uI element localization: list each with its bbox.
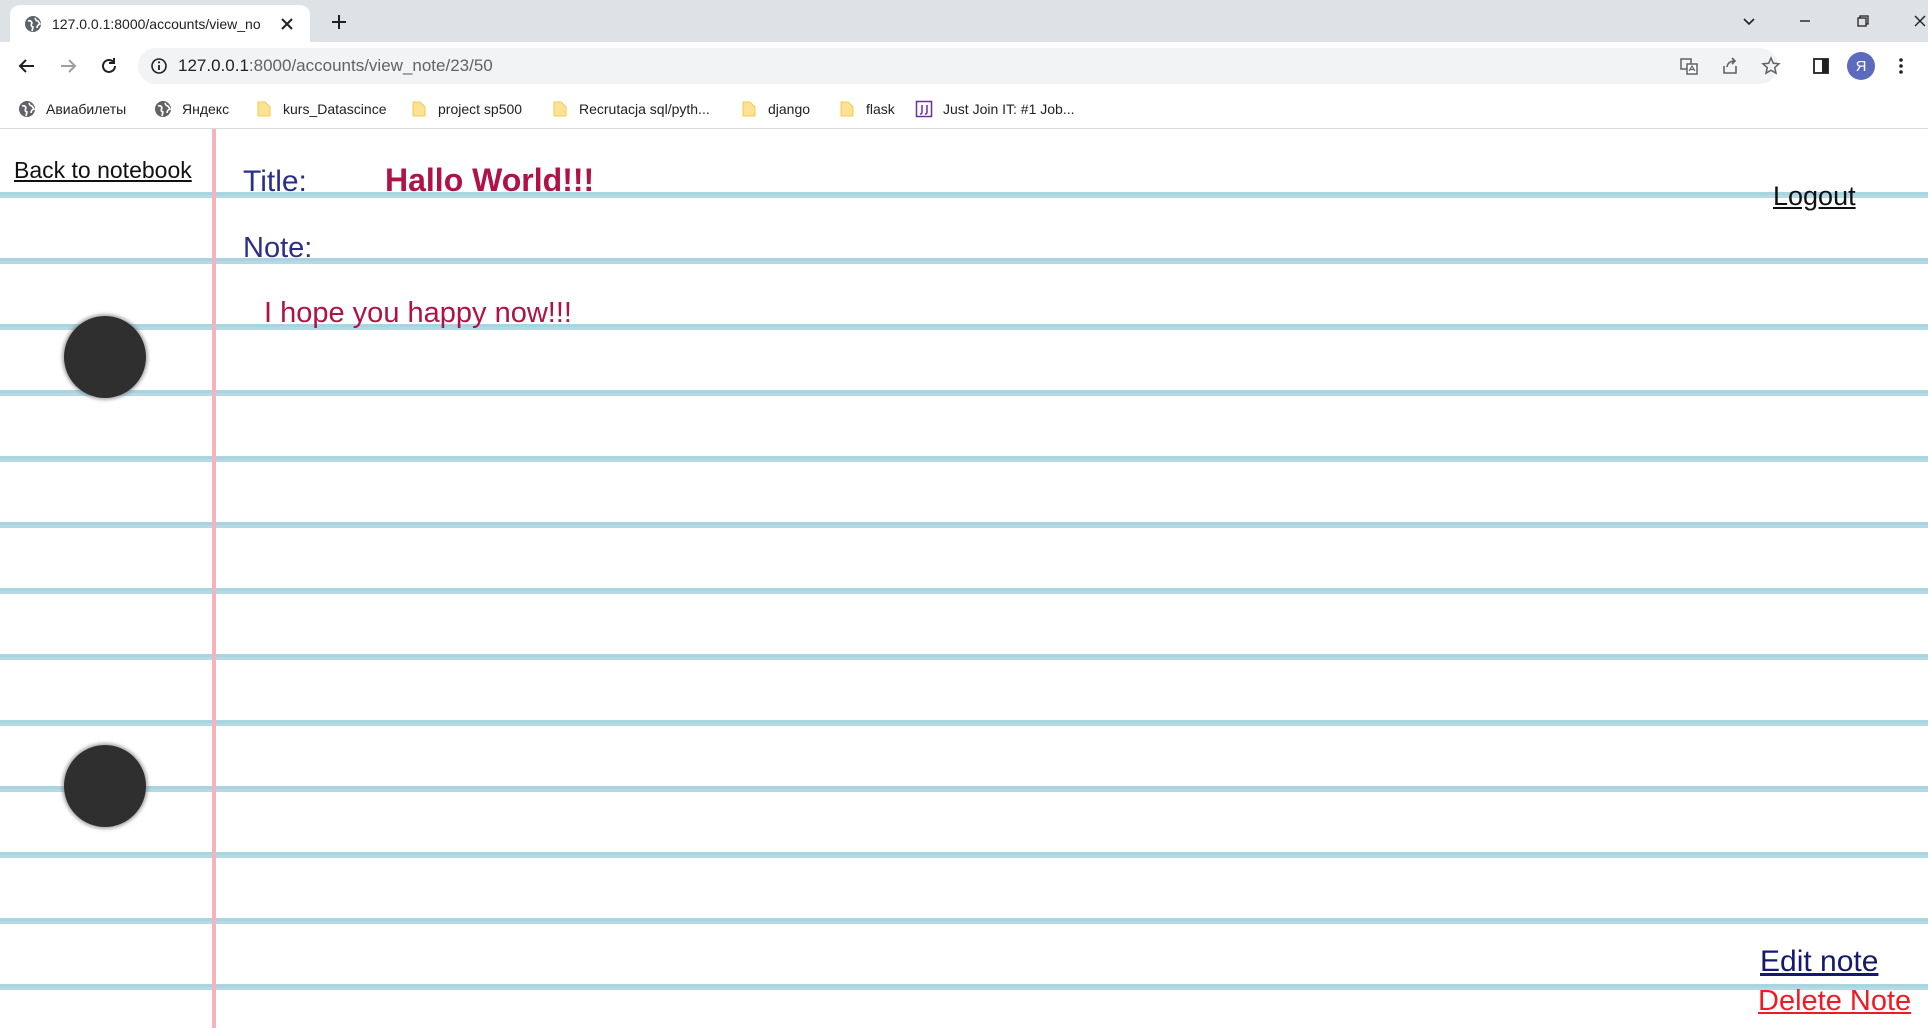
profile-avatar[interactable]: Я bbox=[1847, 52, 1875, 80]
back-arrow-icon[interactable] bbox=[14, 53, 40, 79]
window-close-icon[interactable] bbox=[1907, 8, 1928, 34]
bookmark-item[interactable]: kurs_Datascince bbox=[255, 98, 387, 120]
punch-hole bbox=[64, 745, 146, 827]
bookmark-item[interactable]: Яндекс bbox=[154, 98, 229, 120]
ruled-line bbox=[0, 656, 1928, 660]
folder-icon bbox=[553, 101, 567, 117]
margin-line bbox=[212, 129, 216, 1028]
note-body: I hope you happy now!!! bbox=[264, 297, 572, 329]
back-to-notebook-link[interactable]: Back to notebook bbox=[14, 157, 192, 184]
translate-icon[interactable] bbox=[1678, 55, 1700, 77]
logout-link[interactable]: Logout bbox=[1773, 181, 1856, 212]
ruled-line bbox=[0, 458, 1928, 462]
bookmark-star-icon[interactable] bbox=[1760, 55, 1782, 77]
title-label: Title: bbox=[243, 165, 307, 198]
kebab-menu-icon[interactable] bbox=[1888, 53, 1914, 79]
tab-strip: 127.0.0.1:8000/accounts/view_no bbox=[0, 0, 1928, 42]
url-path: :8000/accounts/view_note/23/50 bbox=[248, 56, 493, 75]
browser-tab[interactable]: 127.0.0.1:8000/accounts/view_no bbox=[10, 5, 310, 42]
globe-icon bbox=[25, 15, 42, 32]
ruled-line bbox=[0, 392, 1928, 396]
bookmark-item[interactable]: flask bbox=[838, 98, 895, 120]
globe-icon bbox=[155, 101, 172, 117]
ruled-line bbox=[0, 788, 1928, 792]
bookmark-label: project sp500 bbox=[438, 101, 523, 117]
bookmark-label: flask bbox=[866, 101, 895, 117]
folder-icon bbox=[742, 101, 756, 117]
bookmark-label: django bbox=[768, 101, 811, 117]
bookmark-item[interactable]: Recrutacja sql/pyth... bbox=[551, 98, 710, 120]
ruled-line bbox=[0, 590, 1928, 594]
restore-icon[interactable] bbox=[1850, 8, 1876, 34]
ruled-line bbox=[0, 986, 1928, 990]
address-bar[interactable]: 127.0.0.1:8000/accounts/view_note/23/50 bbox=[138, 48, 1781, 84]
tab-title: 127.0.0.1:8000/accounts/view_no bbox=[52, 15, 261, 32]
bookmark-label: Just Join IT: #1 Job... bbox=[943, 101, 1075, 117]
share-icon[interactable] bbox=[1719, 55, 1741, 77]
new-tab-button[interactable] bbox=[326, 9, 352, 35]
url-host: 127.0.0.1 bbox=[178, 56, 249, 75]
minimize-icon[interactable] bbox=[1792, 8, 1818, 34]
site-info-icon[interactable] bbox=[150, 57, 168, 75]
folder-icon bbox=[840, 101, 854, 117]
notebook-page: Back to notebook Logout Title: Hallo Wor… bbox=[0, 129, 1928, 1028]
bookmark-item[interactable]: project sp500 bbox=[410, 98, 522, 120]
edit-note-link[interactable]: Edit note bbox=[1760, 945, 1878, 979]
side-panel-icon[interactable] bbox=[1808, 53, 1834, 79]
bookmarks-bar: Авиабилеты Яндекс kurs_Datascince projec… bbox=[0, 90, 1928, 129]
bookmark-label: Recrutacja sql/pyth... bbox=[579, 101, 710, 117]
punch-hole bbox=[64, 316, 146, 398]
folder-icon bbox=[412, 101, 426, 117]
tab-search-icon[interactable] bbox=[1736, 8, 1762, 34]
forward-arrow-icon[interactable] bbox=[55, 53, 81, 79]
note-title: Hallo World!!! bbox=[385, 162, 595, 198]
ruled-line bbox=[0, 920, 1928, 924]
url-text[interactable]: 127.0.0.1:8000/accounts/view_note/23/50 bbox=[178, 56, 493, 76]
bookmark-label: Авиабилеты bbox=[46, 101, 127, 117]
justjoinit-icon bbox=[915, 100, 933, 118]
ruled-line bbox=[0, 524, 1928, 528]
bookmark-item[interactable]: Авиабилеты bbox=[18, 98, 126, 120]
bookmark-label: Яндекс bbox=[182, 101, 230, 117]
reload-icon[interactable] bbox=[96, 53, 122, 79]
close-icon[interactable] bbox=[276, 13, 298, 35]
folder-icon bbox=[257, 101, 271, 117]
globe-icon bbox=[19, 101, 36, 117]
note-label: Note: bbox=[243, 232, 313, 264]
bookmark-label: kurs_Datascince bbox=[283, 101, 387, 117]
delete-note-link[interactable]: Delete Note bbox=[1758, 985, 1911, 1018]
ruled-line bbox=[0, 722, 1928, 726]
ruled-line bbox=[0, 854, 1928, 858]
bookmark-item[interactable]: Just Join IT: #1 Job... bbox=[915, 98, 1075, 120]
browser-toolbar: 127.0.0.1:8000/accounts/view_note/23/50 bbox=[0, 42, 1928, 90]
bookmark-item[interactable]: django bbox=[740, 98, 810, 120]
